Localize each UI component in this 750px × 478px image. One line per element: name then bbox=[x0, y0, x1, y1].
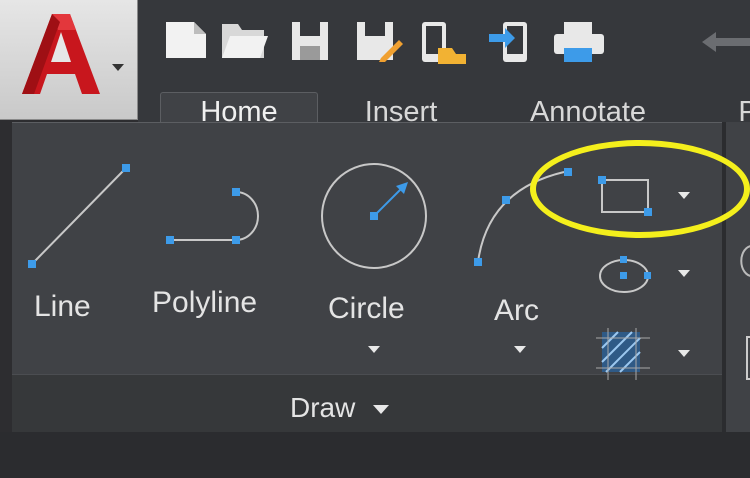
polyline-tool-label: Polyline bbox=[152, 286, 258, 319]
draw-panel-title-text: Draw bbox=[290, 392, 356, 423]
plot-icon[interactable] bbox=[552, 20, 606, 64]
highlight-circle bbox=[530, 140, 750, 238]
circle-icon bbox=[321, 163, 427, 269]
draw-panel-title[interactable]: Draw bbox=[290, 392, 390, 424]
save-as-icon[interactable] bbox=[355, 20, 405, 62]
arc-dropdown-caret-icon[interactable] bbox=[514, 346, 526, 353]
partial-icon bbox=[740, 245, 750, 277]
line-tool-button[interactable]: Line bbox=[24, 160, 134, 360]
polyline-tool-button[interactable]: Polyline bbox=[148, 160, 288, 360]
polyline-icon bbox=[166, 188, 259, 244]
open-web-mobile-icon[interactable] bbox=[418, 20, 468, 66]
circle-tool-button[interactable]: Circle bbox=[318, 160, 438, 360]
circle-tool-label: Circle bbox=[328, 292, 405, 325]
line-tool-label: Line bbox=[34, 290, 91, 323]
save-icon[interactable] bbox=[290, 20, 330, 62]
ellipse-tool-button[interactable] bbox=[596, 254, 700, 298]
arc-tool-label: Arc bbox=[494, 294, 539, 327]
circle-dropdown-caret-icon[interactable] bbox=[368, 346, 380, 353]
line-icon bbox=[28, 164, 130, 268]
save-web-mobile-icon[interactable] bbox=[485, 20, 535, 66]
ellipse-icon bbox=[599, 256, 651, 293]
undo-icon[interactable] bbox=[700, 30, 750, 54]
ellipse-dropdown-caret-icon[interactable] bbox=[678, 270, 690, 277]
draw-panel-expand-caret-icon bbox=[373, 405, 390, 415]
open-icon[interactable] bbox=[220, 20, 270, 60]
hatch-icon bbox=[596, 328, 650, 380]
autocad-logo-icon bbox=[22, 14, 100, 94]
bottom-strip bbox=[0, 432, 750, 478]
panel-left-edge bbox=[0, 122, 12, 432]
application-menu-button[interactable] bbox=[0, 0, 138, 120]
new-icon[interactable] bbox=[164, 20, 210, 60]
application-menu-caret-icon bbox=[112, 64, 124, 71]
partial-icon-2 bbox=[746, 336, 750, 380]
hatch-dropdown-caret-icon[interactable] bbox=[678, 350, 690, 357]
hatch-tool-button[interactable] bbox=[596, 328, 700, 382]
